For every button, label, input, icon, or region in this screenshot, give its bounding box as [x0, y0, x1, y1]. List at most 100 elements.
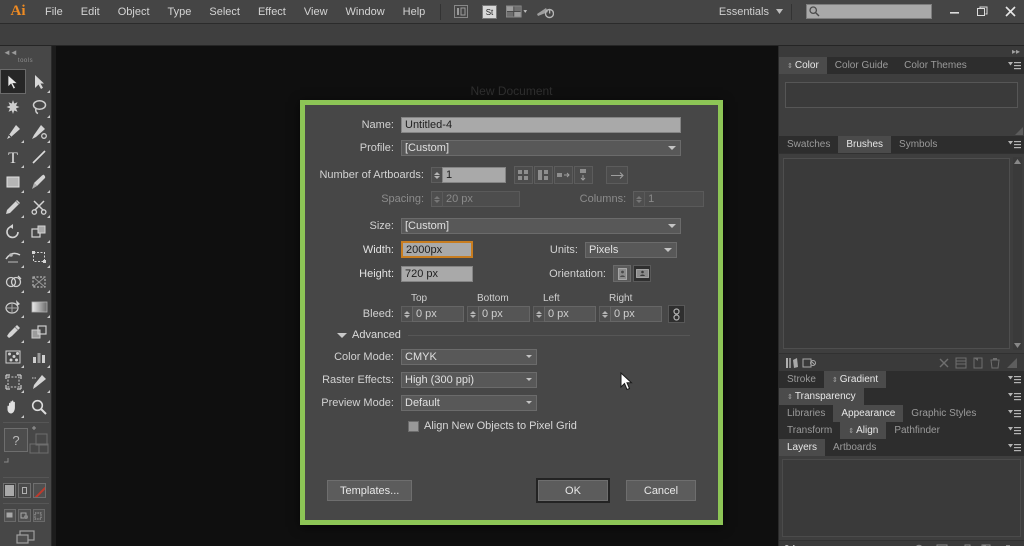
brushes-panel-menu-icon[interactable] [1004, 136, 1024, 153]
advanced-section-header[interactable]: Advanced [337, 329, 704, 341]
transparency-panel-menu-icon[interactable] [1004, 388, 1024, 405]
menu-file[interactable]: File [36, 0, 72, 24]
tool-zoom[interactable] [26, 394, 52, 419]
tool-eyedropper[interactable] [0, 319, 26, 344]
bleed-left-stepper[interactable] [533, 306, 544, 322]
tool-scale[interactable] [26, 219, 52, 244]
tab-transparency[interactable]: ⇕ Transparency [779, 388, 864, 405]
size-dropdown[interactable]: [Custom] [401, 218, 681, 234]
columns-stepper[interactable] [633, 191, 645, 207]
spacing-input[interactable]: 20 px [442, 191, 521, 207]
tool-line-segment[interactable] [26, 144, 52, 169]
name-input[interactable]: Untitled-4 [401, 117, 681, 133]
bleed-bottom-input[interactable]: 0 px [478, 306, 530, 322]
draw-inside-icon[interactable] [32, 509, 45, 522]
tool-rectangle[interactable] [0, 169, 26, 194]
tool-paintbrush[interactable] [26, 169, 52, 194]
arrange-by-column-icon[interactable] [574, 166, 593, 184]
create-new-layer-icon[interactable] [975, 542, 997, 546]
tab-swatches[interactable]: Swatches [779, 136, 839, 153]
change-to-right-to-left-icon[interactable] [606, 166, 628, 184]
tab-stroke[interactable]: Stroke [779, 371, 824, 388]
profile-dropdown[interactable]: [Custom] [401, 140, 681, 156]
tool-artboard[interactable] [0, 369, 26, 394]
brushes-scrollbar[interactable] [1013, 157, 1022, 350]
tab-color-guide[interactable]: Color Guide [826, 57, 897, 74]
none-swatch[interactable] [33, 483, 46, 498]
appearance-panel-menu-icon[interactable] [1004, 405, 1024, 422]
height-input[interactable]: 720 px [401, 265, 473, 282]
workspace-switcher-label[interactable]: Essentials [711, 6, 773, 18]
tool-shape-builder[interactable] [0, 269, 26, 294]
tool-slice[interactable] [26, 369, 52, 394]
stock-icon[interactable]: St [478, 4, 500, 20]
grid-by-column-icon[interactable] [534, 166, 553, 184]
workspace-chevron-down-icon[interactable] [773, 0, 785, 24]
change-screen-mode-button[interactable] [0, 524, 52, 546]
bridge-icon[interactable] [450, 4, 472, 20]
width-input[interactable]: 2000px [401, 241, 473, 258]
delete-brush-icon[interactable] [986, 355, 1003, 371]
tab-brushes[interactable]: Brushes [838, 136, 892, 153]
bleed-right-stepper[interactable] [599, 306, 610, 322]
scroll-up-icon[interactable] [1013, 157, 1022, 166]
bleed-top-stepper[interactable] [401, 306, 412, 322]
columns-input[interactable]: 1 [644, 191, 704, 207]
menu-effect[interactable]: Effect [249, 0, 295, 24]
tool-gradient[interactable] [26, 294, 52, 319]
menu-window[interactable]: Window [337, 0, 394, 24]
tab-graphic-styles[interactable]: Graphic Styles [903, 405, 985, 422]
artboards-stepper[interactable] [431, 167, 442, 183]
panel-resize-handle[interactable] [1015, 127, 1023, 135]
color-mode-dropdown[interactable]: CMYK [401, 349, 537, 365]
draw-behind-icon[interactable] [18, 509, 31, 522]
new-brush-icon[interactable] [969, 355, 986, 371]
tool-pencil[interactable] [0, 194, 26, 219]
dock-collapse-icon[interactable]: ▸▸ [779, 46, 1024, 57]
align-pixel-grid-checkbox[interactable] [408, 420, 419, 432]
create-new-sublayer-icon[interactable] [953, 542, 975, 546]
tool-column-graph[interactable] [26, 344, 52, 369]
tool-mesh[interactable] [0, 294, 26, 319]
options-icon[interactable] [935, 355, 952, 371]
tool-rotate[interactable] [0, 219, 26, 244]
ok-button[interactable]: OK [538, 480, 608, 501]
sync-settings-icon[interactable] [534, 4, 556, 20]
remove-brush-link-icon[interactable] [800, 355, 817, 371]
search-input[interactable] [806, 4, 932, 19]
tool-blend[interactable] [26, 319, 52, 344]
restore-button[interactable] [968, 0, 996, 24]
arrange-documents-icon[interactable] [506, 4, 528, 20]
tool-hand[interactable] [0, 394, 26, 419]
tool-scissors[interactable] [26, 194, 52, 219]
advanced-disclosure-triangle-icon[interactable] [337, 332, 347, 338]
preview-mode-dropdown[interactable]: Default [401, 395, 537, 411]
portrait-icon[interactable] [613, 265, 631, 282]
brushes-list[interactable] [783, 158, 1010, 349]
layers-list[interactable] [782, 459, 1021, 537]
tool-free-transform[interactable] [26, 244, 52, 269]
tool-perspective-grid[interactable] [26, 269, 52, 294]
tool-symbol-sprayer[interactable] [0, 344, 26, 369]
menu-edit[interactable]: Edit [72, 0, 109, 24]
tab-layers[interactable]: Layers [779, 439, 826, 456]
delete-selection-icon[interactable] [997, 542, 1019, 546]
tool-direct-selection[interactable] [26, 69, 52, 94]
make-clipping-mask-icon[interactable] [931, 542, 953, 546]
bleed-left-input[interactable]: 0 px [544, 306, 596, 322]
tab-libraries[interactable]: Libraries [779, 405, 834, 422]
align-panel-menu-icon[interactable] [1004, 422, 1024, 439]
gradient-panel-menu-icon[interactable] [1004, 371, 1024, 388]
landscape-icon[interactable] [633, 265, 651, 282]
menu-view[interactable]: View [295, 0, 337, 24]
tool-pen[interactable] [0, 119, 26, 144]
tab-color-themes[interactable]: Color Themes [896, 57, 975, 74]
bleed-top-input[interactable]: 0 px [412, 306, 464, 322]
tool-magic-wand[interactable] [0, 94, 26, 119]
brush-options-icon[interactable] [952, 355, 969, 371]
row-align-pixel-grid[interactable]: Align New Objects to Pixel Grid [408, 420, 704, 432]
tab-appearance[interactable]: Appearance [833, 405, 904, 422]
color-spectrum[interactable] [785, 82, 1018, 108]
scroll-down-icon[interactable] [1013, 341, 1022, 350]
raster-effects-dropdown[interactable]: High (300 ppi) [401, 372, 537, 388]
